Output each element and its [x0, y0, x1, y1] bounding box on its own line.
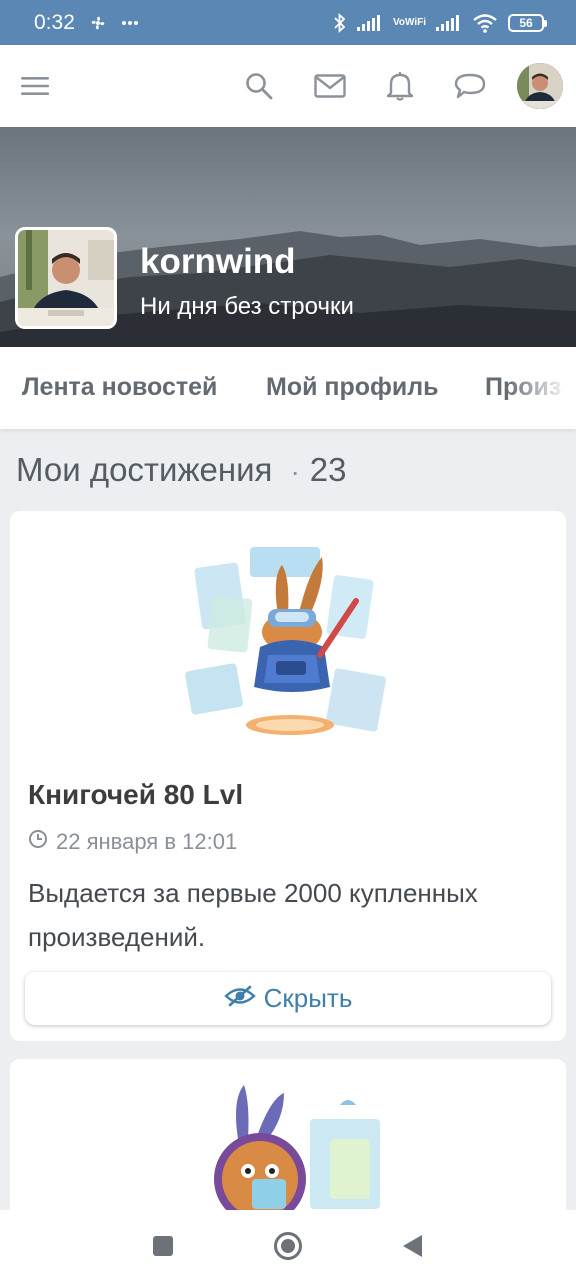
- section-title-dot: ·: [290, 456, 300, 487]
- status-time: 0:32: [34, 10, 75, 34]
- signal-icon: [436, 14, 462, 32]
- chat-icon[interactable]: [445, 61, 495, 111]
- bluetooth-icon: [333, 12, 347, 33]
- hide-button-label: Скрыть: [263, 983, 353, 1013]
- achievement-astronaut-image: [214, 1085, 380, 1219]
- bell-icon[interactable]: [375, 61, 425, 111]
- achievements-count: 23: [309, 451, 347, 488]
- square-recents-icon[interactable]: [145, 1228, 181, 1264]
- achievement-title: Книгочей 80 Lvl: [28, 779, 244, 810]
- profile-tabs: Лента новостей Мой профиль Произ: [0, 347, 576, 429]
- achievement-description: Выдается за первые 2000 купленных произв…: [28, 878, 478, 952]
- more-dots-icon: [121, 20, 139, 26]
- profile-tagline: Ни дня без строчки: [140, 293, 354, 320]
- battery-level: 56: [519, 15, 533, 30]
- eye-slash-icon: [223, 983, 256, 1014]
- section-title: Мои достижения · 23: [16, 451, 346, 489]
- battery-icon: 56: [508, 13, 547, 32]
- tab-news-feed[interactable]: Лента новостей: [22, 373, 217, 402]
- hide-button[interactable]: Скрыть: [25, 972, 551, 1025]
- profile-avatar[interactable]: [15, 227, 117, 329]
- status-bar: 0:32 Vo WiFi 56: [0, 0, 576, 45]
- vowifi-top-text: Vo: [392, 16, 405, 28]
- clock-icon: [28, 829, 48, 855]
- section-title-text: Мои достижения: [16, 451, 273, 488]
- achievement-bookworm-image: [185, 547, 386, 735]
- triangle-back-icon[interactable]: [394, 1228, 430, 1264]
- achievement-date-text: 22 января в 12:01: [56, 829, 238, 854]
- mail-icon[interactable]: [305, 61, 355, 111]
- system-nav-bar: [0, 1210, 576, 1280]
- tabs-fade-overlay: [506, 347, 576, 429]
- circle-home-icon[interactable]: [270, 1228, 306, 1264]
- search-icon[interactable]: [234, 61, 284, 111]
- profile-cover: kornwind Ни дня без строчки: [0, 127, 576, 347]
- fan-icon: [89, 14, 107, 32]
- vowifi-icon: Vo WiFi: [392, 16, 426, 28]
- app-header: [0, 45, 576, 127]
- achievement-date: 22 января в 12:01: [28, 829, 237, 855]
- signal-icon: [356, 14, 383, 32]
- wifi-icon: [472, 13, 498, 33]
- screen: 0:32 Vo WiFi 56 kornwind Ни дня без стро…: [0, 0, 576, 1280]
- avatar[interactable]: [517, 63, 563, 109]
- vowifi-bottom-text: WiFi: [404, 16, 426, 28]
- tab-my-profile[interactable]: Мой профиль: [266, 373, 439, 402]
- achievement-card: Книгочей 80 Lvl 22 января в 12:01 Выдает…: [10, 511, 566, 1041]
- menu-icon[interactable]: [10, 61, 60, 111]
- profile-name: kornwind: [140, 242, 296, 281]
